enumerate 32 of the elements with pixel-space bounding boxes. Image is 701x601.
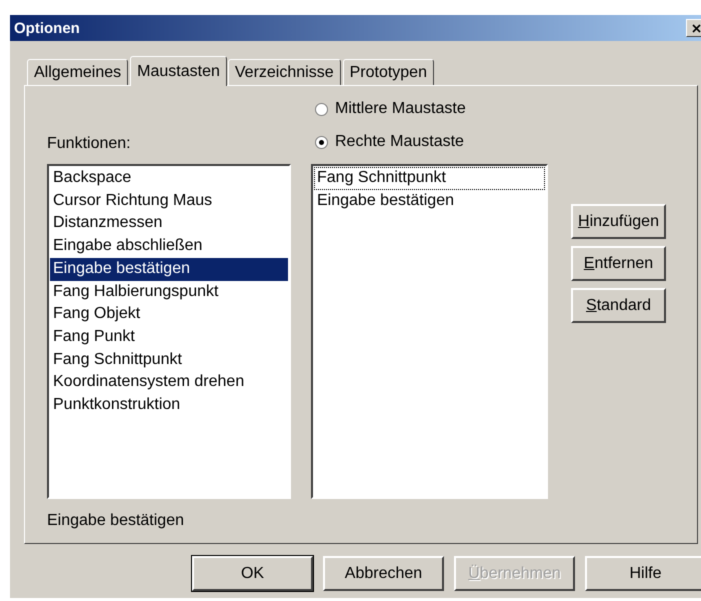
assigned-list[interactable]: Fang Schnittpunkt Eingabe bestätigen (311, 164, 548, 499)
close-icon (692, 24, 700, 32)
functions-list[interactable]: Backspace Cursor Richtung Maus Distanzmessen Eingabe abschließen Eingabe bestätigen Fang Halbierungspunkt Fang Objekt Fang Punkt Fang Schnittpunkt Koordinatensystem drehen Punktkonstruktion (47, 164, 291, 499)
window-title: Optionen (14, 20, 81, 36)
action-button[interactable]: Entfernen (571, 246, 666, 281)
list-item[interactable]: Koordinatensystem drehen (50, 371, 288, 394)
action-button[interactable]: Hinzufügen (571, 204, 666, 239)
close-button[interactable] (686, 19, 701, 37)
dialog-button[interactable]: Abbrechen (323, 556, 444, 591)
list-item[interactable]: Punktkonstruktion (50, 394, 288, 417)
list-item[interactable]: Fang Objekt (50, 303, 288, 326)
list-item[interactable]: Fang Schnittpunkt (314, 167, 545, 190)
dialog-button[interactable]: Hilfe (585, 556, 701, 591)
list-item[interactable]: Fang Halbierungspunkt (50, 280, 288, 304)
list-item[interactable]: Cursor Richtung Maus (50, 190, 288, 212)
list-item[interactable]: Eingabe bestätigen (314, 190, 545, 212)
radio-option[interactable]: Mittlere Maustaste (311, 98, 548, 120)
tab[interactable]: Maustasten (130, 56, 227, 86)
list-item[interactable]: Distanzmessen (50, 212, 288, 236)
list-item[interactable]: Backspace (50, 167, 288, 190)
list-label: Funktionen: (47, 135, 132, 153)
list-item[interactable]: Fang Schnittpunkt (50, 348, 288, 372)
tab[interactable]: Prototypen (342, 59, 434, 85)
list-item[interactable]: Eingabe bestätigen (50, 258, 288, 281)
status-text: Eingabe bestätigen (47, 511, 185, 531)
list-item[interactable]: Fang Punkt (50, 326, 288, 349)
tab[interactable]: Verzeichnisse (228, 59, 341, 85)
dialog-button[interactable]: OK (192, 556, 313, 591)
action-button[interactable]: Standard (571, 288, 666, 323)
tab[interactable]: Allgemeines (27, 59, 128, 85)
list-item[interactable]: Eingabe abschließen (50, 235, 288, 258)
radio-option[interactable]: Rechte Maustaste (311, 131, 548, 153)
